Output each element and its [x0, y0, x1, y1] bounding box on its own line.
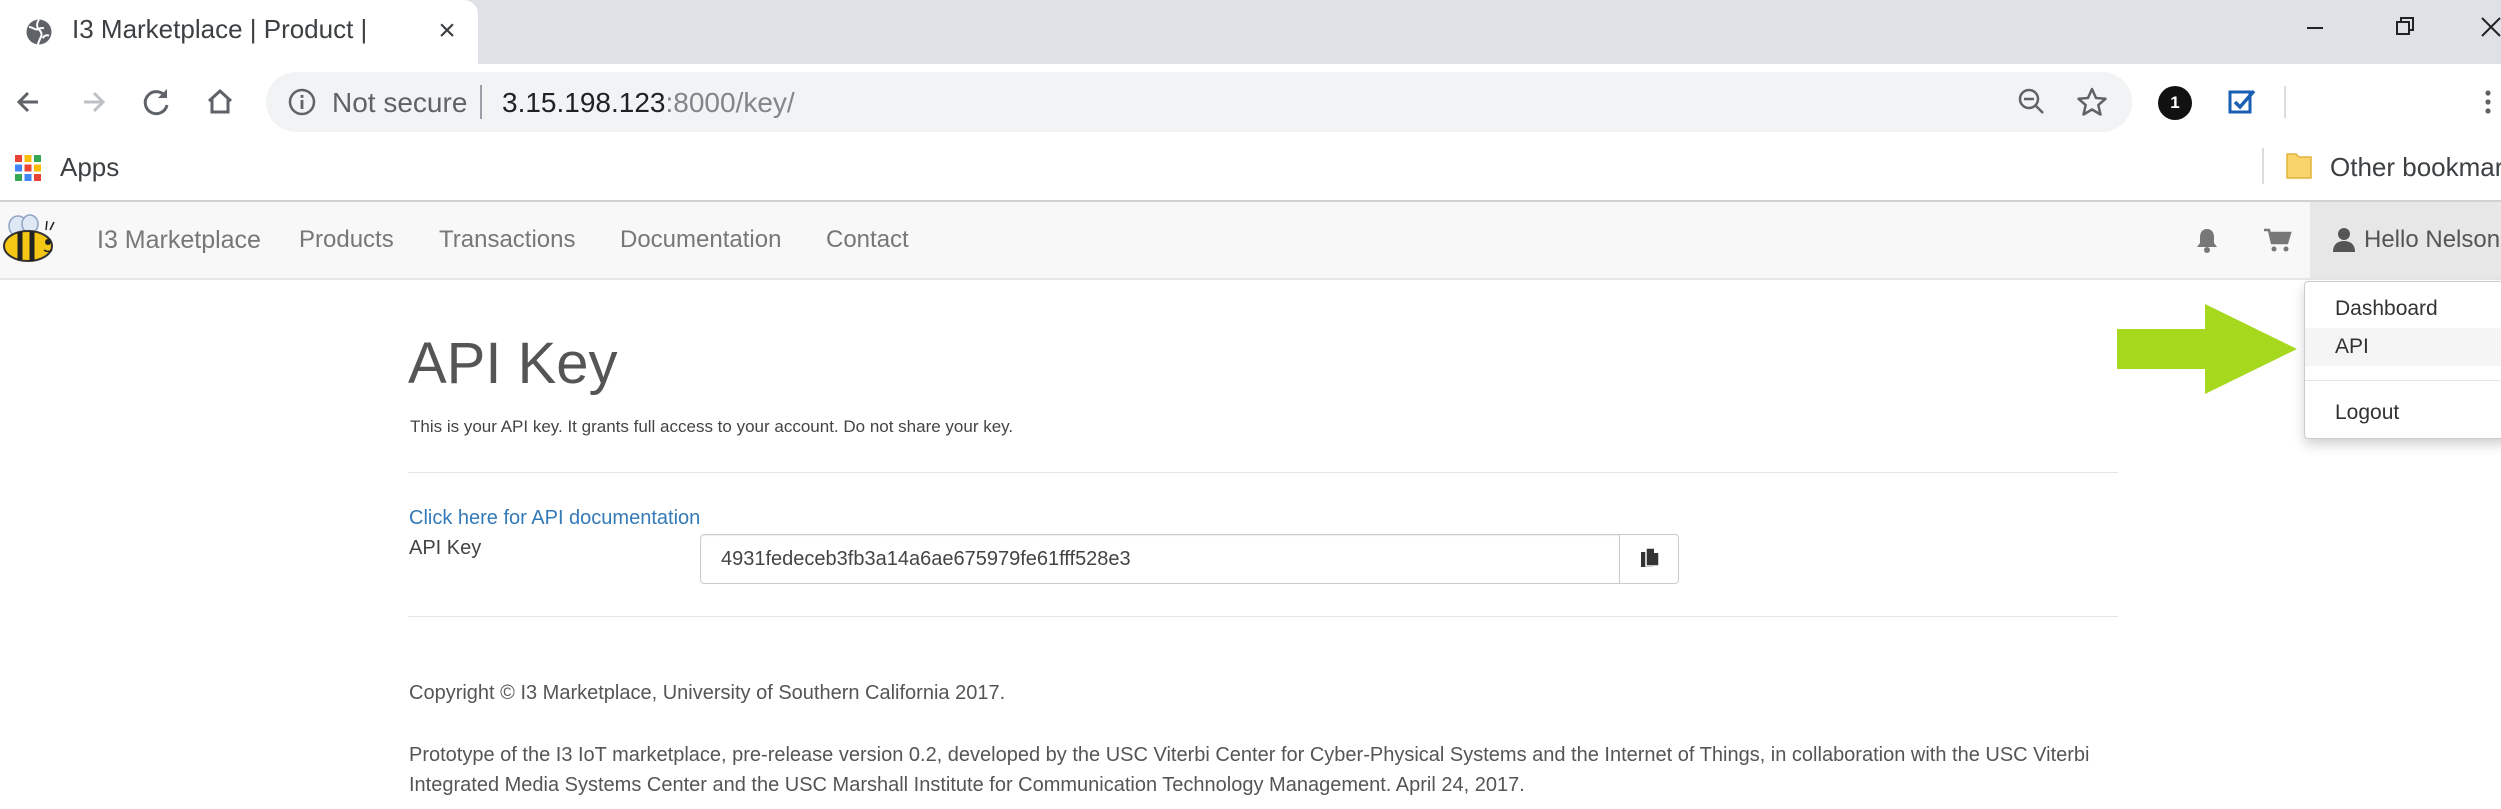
back-arrow-icon[interactable]	[8, 82, 48, 122]
checklist-extension-icon[interactable]	[2224, 84, 2260, 120]
home-icon[interactable]	[200, 82, 240, 122]
menu-divider	[2305, 380, 2501, 381]
cart-icon[interactable]	[2262, 226, 2292, 254]
user-greeting: Hello Nelson	[2364, 226, 2501, 253]
user-icon	[2333, 228, 2355, 252]
annotation-arrow-icon	[2117, 304, 2297, 394]
page-description: This is your API key. It grants full acc…	[410, 417, 1014, 436]
bookmark-star-icon[interactable]	[2074, 84, 2110, 120]
restore-window-icon[interactable]	[2375, 8, 2435, 48]
api-key-label: API Key	[409, 537, 482, 559]
folder-icon[interactable]	[2285, 150, 2313, 180]
address-bar[interactable]: Not secure 3.15.198.123:8000/key/	[266, 72, 2132, 132]
bee-logo-icon[interactable]	[0, 214, 60, 266]
forward-arrow-icon[interactable]	[74, 82, 114, 122]
browser-tab[interactable]: I3 Marketplace | Product | ×	[0, 0, 478, 64]
toolbar-divider	[2284, 86, 2286, 118]
nav-link-transactions[interactable]: Transactions	[439, 226, 576, 254]
close-window-icon[interactable]	[2460, 8, 2501, 48]
chrome-menu-icon[interactable]	[2480, 82, 2496, 122]
address-divider	[480, 85, 482, 119]
section-divider	[408, 472, 2118, 473]
tab-title: I3 Marketplace | Product |	[72, 14, 368, 44]
site-navbar: I3 Marketplace Products Transactions Doc…	[0, 202, 2501, 280]
bell-icon[interactable]	[2194, 226, 2220, 254]
url-path: :8000/key/	[665, 87, 795, 118]
minimize-window-icon[interactable]	[2285, 8, 2345, 48]
tab-close-icon[interactable]: ×	[432, 16, 462, 46]
page-title: API Key	[408, 331, 618, 396]
menu-item-logout[interactable]: Logout	[2305, 394, 2501, 432]
url-host: 3.15.198.123	[502, 87, 666, 118]
user-menu-toggle[interactable]: Hello Nelson	[2310, 202, 2501, 278]
nav-link-products[interactable]: Products	[299, 226, 394, 254]
user-dropdown-menu: Dashboard API Logout	[2304, 281, 2501, 439]
menu-item-api[interactable]: API	[2305, 328, 2501, 366]
copy-key-button[interactable]	[1619, 534, 1679, 584]
other-bookmarks[interactable]: Other bookmarks	[2330, 152, 2501, 183]
navbar-brand[interactable]: I3 Marketplace	[97, 226, 261, 255]
nav-link-contact[interactable]: Contact	[826, 226, 909, 254]
prototype-notice: Prototype of the I3 IoT marketplace, pre…	[409, 744, 2090, 796]
bookmarks-bar: Apps Other bookmarks	[0, 140, 2501, 202]
copy-icon	[1641, 547, 1660, 567]
url-text[interactable]: 3.15.198.123:8000/key/	[502, 87, 795, 119]
api-documentation-link[interactable]: Click here for API documentation	[409, 507, 700, 530]
security-label: Not secure	[332, 87, 468, 118]
menu-item-dashboard[interactable]: Dashboard	[2305, 290, 2501, 328]
zoom-out-icon[interactable]	[2014, 84, 2050, 120]
footer-divider	[408, 616, 2118, 617]
extension-badge-icon[interactable]: 1	[2158, 86, 2192, 120]
nav-link-documentation[interactable]: Documentation	[620, 226, 781, 254]
apps-grid-icon[interactable]	[14, 154, 42, 182]
globe-icon	[26, 18, 52, 45]
reload-icon[interactable]	[136, 82, 176, 122]
copyright-text: Copyright © I3 Marketplace, University o…	[409, 682, 1006, 704]
browser-tab-strip: I3 Marketplace | Product | ×	[0, 0, 2501, 64]
browser-toolbar: Not secure 3.15.198.123:8000/key/ 1	[0, 64, 2501, 140]
info-icon[interactable]	[286, 86, 318, 118]
bookmarks-divider	[2262, 148, 2264, 184]
apps-bookmark[interactable]: Apps	[60, 152, 119, 183]
api-key-field[interactable]	[700, 534, 1620, 584]
